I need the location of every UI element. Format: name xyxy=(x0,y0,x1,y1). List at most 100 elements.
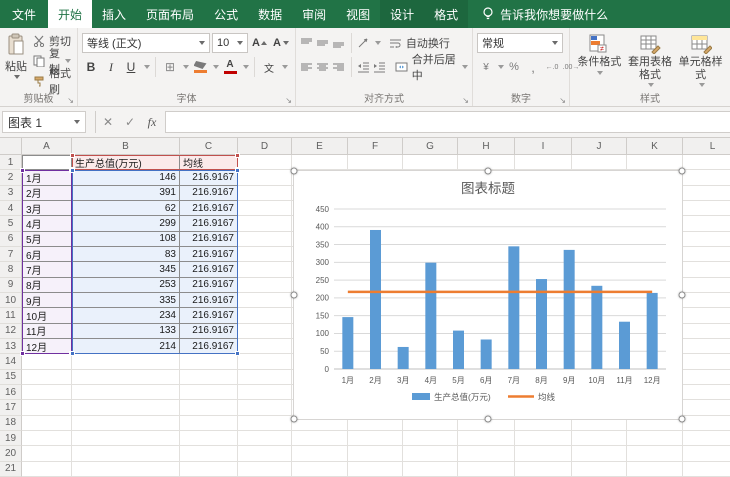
ribbon-tab-2[interactable]: 开始 xyxy=(48,0,92,28)
cell-K21[interactable] xyxy=(627,462,683,477)
cell-C16[interactable] xyxy=(180,385,238,400)
underline-button[interactable]: U xyxy=(122,57,140,77)
cell-K19[interactable] xyxy=(627,431,683,446)
cell-A2[interactable]: 1月 xyxy=(22,170,72,185)
row-header-21[interactable]: 21 xyxy=(0,462,22,477)
cell-E20[interactable] xyxy=(292,446,348,461)
phonetic-button[interactable]: 文 xyxy=(260,57,278,77)
row-header-3[interactable]: 3 xyxy=(0,186,22,201)
clipboard-dialog-launcher[interactable]: ↘ xyxy=(67,96,74,105)
cell-G21[interactable] xyxy=(403,462,458,477)
cell-D8[interactable] xyxy=(238,262,292,277)
cell-B1[interactable]: 生产总值(万元) xyxy=(72,155,180,170)
row-header-12[interactable]: 12 xyxy=(0,324,22,339)
name-box[interactable]: 图表 1 xyxy=(2,111,86,133)
accounting-caret-icon[interactable] xyxy=(498,65,504,69)
cell-B16[interactable] xyxy=(72,385,180,400)
cell-L19[interactable] xyxy=(683,431,730,446)
comma-style-button[interactable]: , xyxy=(524,57,542,77)
cell-G1[interactable] xyxy=(403,155,458,170)
column-header-J[interactable]: J xyxy=(572,138,627,155)
cell-C6[interactable]: 216.9167 xyxy=(180,232,238,247)
cell-C12[interactable]: 216.9167 xyxy=(180,324,238,339)
cell-A9[interactable]: 8月 xyxy=(22,278,72,293)
row-header-13[interactable]: 13 xyxy=(0,339,22,354)
align-left-icon[interactable] xyxy=(300,60,314,74)
cell-L14[interactable] xyxy=(683,354,730,369)
cell-A21[interactable] xyxy=(22,462,72,477)
cell-F20[interactable] xyxy=(348,446,403,461)
cell-L11[interactable] xyxy=(683,308,730,323)
cell-B14[interactable] xyxy=(72,354,180,369)
cell-J19[interactable] xyxy=(572,431,627,446)
orientation-icon[interactable] xyxy=(357,36,371,50)
cell-A11[interactable]: 10月 xyxy=(22,308,72,323)
cell-J1[interactable] xyxy=(572,155,627,170)
insert-function-button[interactable]: fx xyxy=(142,112,162,132)
row-header-18[interactable]: 18 xyxy=(0,416,22,431)
ribbon-tab-1[interactable]: 文件 xyxy=(0,0,48,28)
borders-button[interactable]: ⊞ xyxy=(161,57,179,77)
cell-C20[interactable] xyxy=(180,446,238,461)
chart-handle[interactable] xyxy=(679,168,686,175)
cell-C8[interactable]: 216.9167 xyxy=(180,262,238,277)
row-header-5[interactable]: 5 xyxy=(0,216,22,231)
row-header-10[interactable]: 10 xyxy=(0,293,22,308)
cell-H20[interactable] xyxy=(458,446,515,461)
accounting-format-button[interactable]: ¥ xyxy=(477,57,495,77)
align-middle-icon[interactable] xyxy=(316,36,330,50)
column-header-E[interactable]: E xyxy=(292,138,348,155)
cell-styles-button[interactable]: 单元格样式 xyxy=(675,31,726,87)
column-header-D[interactable]: D xyxy=(238,138,292,155)
row-header-19[interactable]: 19 xyxy=(0,431,22,446)
ribbon-tab-7[interactable]: 审阅 xyxy=(292,0,336,28)
formula-input[interactable] xyxy=(165,111,730,133)
font-color-caret-icon[interactable] xyxy=(243,65,249,69)
enter-button[interactable]: ✓ xyxy=(120,112,140,132)
row-header-11[interactable]: 11 xyxy=(0,308,22,323)
cell-L12[interactable] xyxy=(683,324,730,339)
cell-B2[interactable]: 146 xyxy=(72,170,180,185)
fill-color-button[interactable] xyxy=(191,57,209,77)
column-header-G[interactable]: G xyxy=(403,138,458,155)
cell-D21[interactable] xyxy=(238,462,292,477)
number-format-select[interactable]: 常规 xyxy=(477,33,563,53)
cell-B8[interactable]: 345 xyxy=(72,262,180,277)
cell-D12[interactable] xyxy=(238,324,292,339)
cell-B5[interactable]: 299 xyxy=(72,216,180,231)
cell-B10[interactable]: 335 xyxy=(72,293,180,308)
cell-B12[interactable]: 133 xyxy=(72,324,180,339)
tell-me-box[interactable]: 告诉我你想要做什么 xyxy=(472,0,618,28)
row-header-20[interactable]: 20 xyxy=(0,446,22,461)
row-header-14[interactable]: 14 xyxy=(0,354,22,369)
cell-L13[interactable] xyxy=(683,339,730,354)
column-header-K[interactable]: K xyxy=(627,138,683,155)
cell-L10[interactable] xyxy=(683,293,730,308)
cell-A12[interactable]: 11月 xyxy=(22,324,72,339)
cell-B13[interactable]: 214 xyxy=(72,339,180,354)
cell-J20[interactable] xyxy=(572,446,627,461)
cell-L5[interactable] xyxy=(683,216,730,231)
alignment-dialog-launcher[interactable]: ↘ xyxy=(462,96,469,105)
cell-I20[interactable] xyxy=(515,446,572,461)
cell-A13[interactable]: 12月 xyxy=(22,339,72,354)
cell-D5[interactable] xyxy=(238,216,292,231)
percent-style-button[interactable]: % xyxy=(505,57,523,77)
cell-L1[interactable] xyxy=(683,155,730,170)
column-header-H[interactable]: H xyxy=(458,138,515,155)
chart-handle[interactable] xyxy=(291,168,298,175)
column-header-A[interactable]: A xyxy=(22,138,72,155)
cell-C10[interactable]: 216.9167 xyxy=(180,293,238,308)
cell-D14[interactable] xyxy=(238,354,292,369)
chart-handle[interactable] xyxy=(485,168,492,175)
increase-decimal-button[interactable]: ←.0 xyxy=(543,57,561,77)
cell-C1[interactable]: 均线 xyxy=(180,155,238,170)
cell-B21[interactable] xyxy=(72,462,180,477)
cell-C2[interactable]: 216.9167 xyxy=(180,170,238,185)
cell-D20[interactable] xyxy=(238,446,292,461)
cell-D9[interactable] xyxy=(238,278,292,293)
decrease-font-button[interactable]: A xyxy=(271,33,291,53)
cell-B6[interactable]: 108 xyxy=(72,232,180,247)
cell-C15[interactable] xyxy=(180,370,238,385)
italic-button[interactable]: I xyxy=(102,57,120,77)
